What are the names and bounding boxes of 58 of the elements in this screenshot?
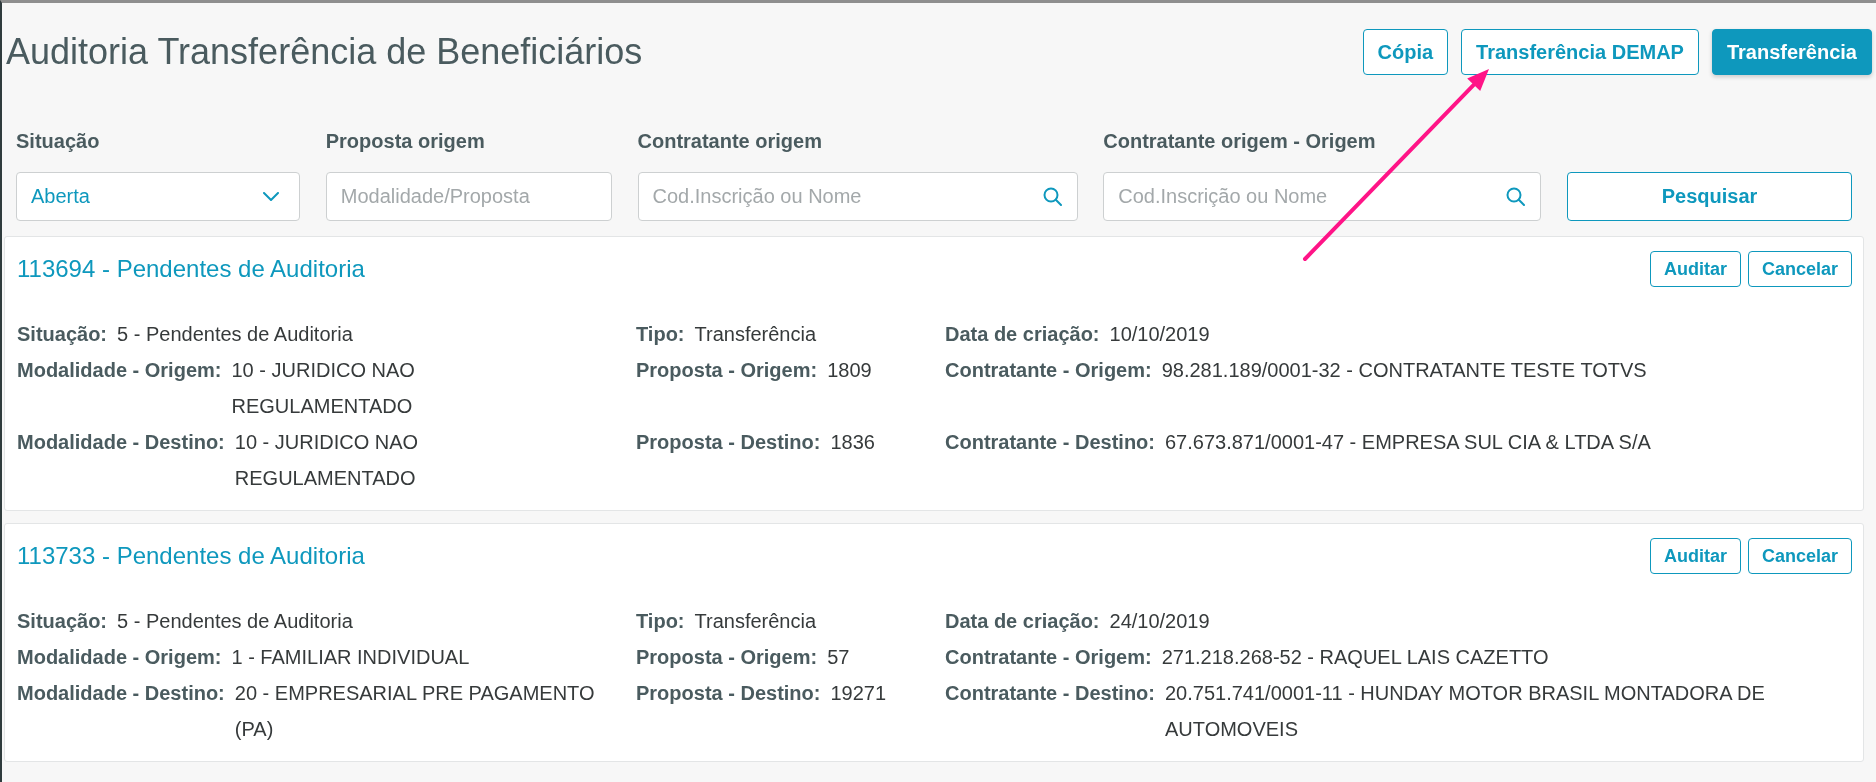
- field-value: 24/10/2019: [1109, 609, 1210, 634]
- input-field[interactable]: Modalidade/Proposta: [325, 172, 612, 221]
- field-value: 10 - JURIDICO NAO REGULAMENTADO: [234, 430, 420, 491]
- field-label: Situação:: [17, 609, 108, 634]
- field-value: 5 - Pendentes de Auditoria: [117, 609, 353, 634]
- field-value: 10/10/2019: [1109, 322, 1210, 347]
- field-label: Tipo:: [636, 322, 685, 347]
- field-label: Proposta - Destino:: [636, 681, 821, 706]
- header-button[interactable]: Cópia: [1362, 29, 1449, 75]
- card-action-button[interactable]: Cancelar: [1747, 251, 1852, 287]
- field-value: Transferência: [694, 322, 817, 347]
- field-value: 57: [827, 645, 850, 670]
- search-icon[interactable]: [1042, 187, 1062, 206]
- field-value: 98.281.189/0001-32 - CONTRATANTE TESTE TOTVS: [1161, 358, 1647, 383]
- search-field[interactable]: Cod.Inscrição ou Nome: [637, 172, 1078, 221]
- field-value: 20 - EMPRESARIAL PRE PAGAMENTO (PA): [234, 681, 596, 742]
- card-action-button[interactable]: Auditar: [1649, 538, 1741, 574]
- field-label: Modalidade - Destino:: [17, 430, 225, 455]
- field-label: Modalidade - Destino:: [17, 681, 225, 706]
- field-label: Modalidade - Origem:: [17, 358, 222, 383]
- field-value: 1809: [827, 358, 872, 383]
- field-label: Contratante - Destino:: [945, 430, 1155, 455]
- field-value: 20.751.741/0001-11 - HUNDAY MOTOR BRASIL MONTADORA DE AUTOMOVEIS: [1165, 681, 1766, 742]
- field-value: 67.673.871/0001-47 - EMPRESA SUL CIA & LTDA S/A: [1165, 430, 1651, 455]
- card-action-button[interactable]: Cancelar: [1747, 538, 1852, 574]
- filter-label: Proposta origem: [325, 129, 486, 153]
- field-value: Transferência: [694, 609, 817, 634]
- header-button[interactable]: Transferência: [1711, 29, 1872, 75]
- field-label: Contratante - Origem:: [945, 645, 1152, 670]
- field-value: 19271: [830, 681, 887, 706]
- page-title: Auditoria Transferência de Beneficiários: [5, 30, 643, 74]
- field-label: Proposta - Origem:: [636, 645, 818, 670]
- status-select[interactable]: Aberta: [16, 172, 300, 221]
- card-action-button[interactable]: Auditar: [1649, 251, 1741, 287]
- field-label: Modalidade - Origem:: [17, 645, 222, 670]
- field-value: 1 - FAMILIAR INDIVIDUAL: [231, 645, 470, 670]
- field-value: 5 - Pendentes de Auditoria: [117, 322, 353, 347]
- card-title: 113694 - Pendentes de Auditoria: [17, 255, 365, 283]
- chevron-down-icon: [263, 192, 279, 201]
- field-value: 1836: [830, 430, 875, 455]
- search-button[interactable]: Pesquisar: [1567, 172, 1852, 221]
- field-label: Proposta - Origem:: [636, 358, 818, 383]
- field-label: Situação:: [17, 322, 108, 347]
- filter-label: Situação: [16, 129, 101, 153]
- field-label: Data de criação:: [945, 609, 1100, 634]
- field-label: Tipo:: [636, 609, 685, 634]
- card-title: 113733 - Pendentes de Auditoria: [17, 542, 365, 570]
- search-icon[interactable]: [1506, 187, 1526, 206]
- header-button[interactable]: Transferência DEMAP: [1461, 29, 1699, 75]
- field-value: 10 - JURIDICO NAO REGULAMENTADO: [231, 358, 416, 419]
- field-label: Contratante - Destino:: [945, 681, 1155, 706]
- field-value: 271.218.268-52 - RAQUEL LAIS CAZETTO: [1161, 645, 1549, 670]
- search-field[interactable]: Cod.Inscrição ou Nome: [1103, 172, 1542, 221]
- filter-label: Contratante origem: [637, 129, 823, 153]
- field-label: Contratante - Origem:: [945, 358, 1152, 383]
- field-label: Data de criação:: [945, 322, 1100, 347]
- field-label: Proposta - Destino:: [636, 430, 821, 455]
- filter-label: Contratante origem - Origem: [1103, 129, 1377, 153]
